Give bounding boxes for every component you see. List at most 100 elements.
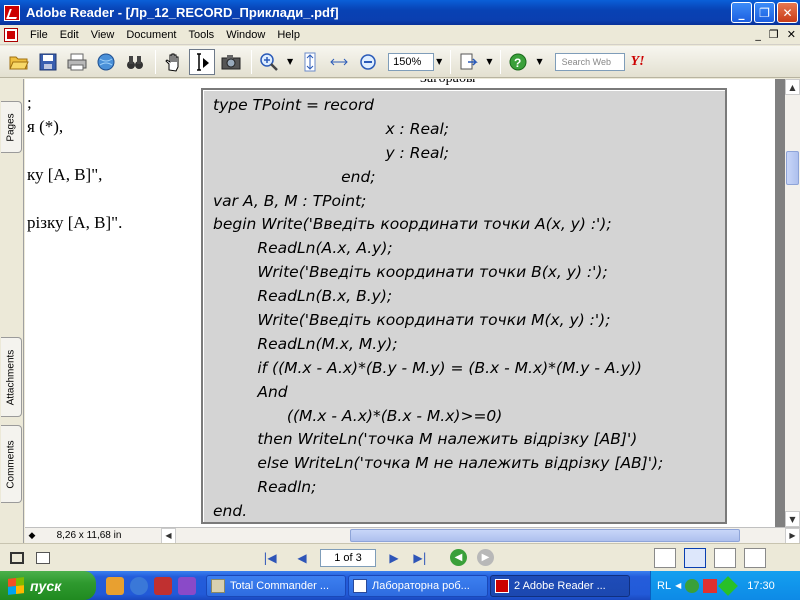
previous-page-button[interactable]: ◀ (292, 548, 312, 568)
windows-taskbar: пуск Total Commander ... Лабораторна роб… (0, 571, 800, 600)
page-layout-buttons (646, 547, 766, 568)
zoom-level-dropdown-arrow[interactable]: ▼ (436, 57, 442, 66)
continuous-layout-button[interactable] (684, 547, 706, 568)
select-text-button[interactable] (189, 48, 215, 75)
windows-logo-icon (8, 576, 24, 595)
tray-expand-icon[interactable]: ◀ (675, 581, 681, 590)
document-icon[interactable] (4, 27, 18, 42)
zoom-in-button[interactable] (256, 49, 282, 75)
language-indicator[interactable]: RL (657, 580, 671, 592)
fit-page-button[interactable] (297, 49, 323, 75)
menu-view[interactable]: View (85, 29, 121, 41)
doc-minimize-button[interactable]: _ (755, 28, 761, 41)
next-page-button[interactable]: ▶ (384, 548, 404, 568)
quick-launch-icon[interactable] (106, 576, 124, 595)
zoom-level-input[interactable]: 150% (388, 52, 435, 71)
adobe-reader-icon (495, 578, 509, 593)
email-button[interactable] (93, 49, 119, 75)
quick-launch-icon[interactable] (178, 576, 196, 595)
scroll-left-arrow[interactable]: ◀ (161, 527, 176, 544)
restore-button[interactable]: ❐ (754, 2, 775, 23)
task-total-commander[interactable]: Total Commander ... (206, 574, 346, 597)
menu-edit[interactable]: Edit (54, 29, 85, 41)
rotate-page-icon (460, 53, 479, 69)
hand-tool-button[interactable] (160, 49, 186, 75)
help-dropdown-arrow[interactable]: ▼ (536, 57, 542, 66)
fit-width-button[interactable] (326, 49, 352, 75)
window-mode-icon[interactable] (10, 551, 24, 564)
zoom-out-button[interactable] (355, 49, 381, 75)
scroll-up-arrow[interactable]: ▲ (785, 79, 800, 95)
vertical-scrollbar[interactable]: ▲ ▼ (785, 79, 800, 527)
tab-attachments-label: Attachments (5, 349, 17, 405)
menu-window[interactable]: Window (220, 29, 271, 41)
menu-document[interactable]: Document (120, 29, 182, 41)
menu-tools[interactable]: Tools (183, 29, 221, 41)
single-page-layout-button[interactable] (654, 547, 676, 568)
help-button[interactable]: ? (505, 49, 531, 75)
panel-toggle-icon[interactable]: ◆ (25, 531, 39, 541)
page-number-input[interactable]: 1 of 3 (320, 548, 376, 567)
first-page-button[interactable]: |◀ (260, 548, 280, 568)
rotate-view-button[interactable] (455, 49, 481, 75)
horizontal-scroll-thumb[interactable] (350, 529, 740, 542)
tab-attachments[interactable]: Attachments (1, 337, 22, 417)
scroll-down-arrow[interactable]: ▼ (785, 511, 800, 527)
minimize-button[interactable]: _ (731, 2, 752, 23)
doc-restore-button[interactable]: ❐ (769, 28, 779, 41)
tray-icon[interactable] (718, 575, 739, 596)
window-controls: _ ❐ ✕ (731, 2, 798, 23)
document-window-controls: _ ❐ ✕ (755, 28, 796, 41)
internet-explorer-icon[interactable] (130, 576, 148, 595)
open-button[interactable] (6, 49, 32, 75)
toolbar-separator (251, 49, 252, 74)
search-web-input[interactable]: Search Web (554, 52, 625, 71)
page-mode-icon[interactable] (36, 551, 50, 564)
help-icon: ? (509, 53, 527, 70)
task-word-document[interactable]: Лабораторна роб... (348, 574, 488, 597)
go-back-icon[interactable]: ◀ (450, 549, 467, 566)
continuous-facing-layout-button[interactable] (744, 547, 766, 568)
text-cursor-icon (197, 52, 209, 71)
tray-icon[interactable] (685, 578, 700, 593)
printer-icon (67, 53, 87, 70)
code-line: y : Real; (213, 143, 450, 162)
code-line: Write('Введіть координати точки B(x, y) … (213, 263, 608, 282)
facing-layout-button[interactable] (714, 547, 736, 568)
print-button[interactable] (64, 49, 90, 75)
toolbar-separator (155, 49, 156, 74)
code-line: else WriteLn('точка M не належить відріз… (213, 454, 664, 473)
close-button[interactable]: ✕ (777, 2, 798, 23)
quick-launch-icon[interactable] (154, 576, 172, 595)
adobe-reader-icon[interactable] (4, 4, 20, 21)
hand-icon (165, 53, 179, 72)
task-label: 2 Adobe Reader ... (514, 579, 606, 592)
snapshot-button[interactable] (218, 49, 244, 75)
search-button[interactable] (122, 49, 148, 75)
navigation-panel: Pages Attachments Comments (0, 79, 24, 543)
menu-file[interactable]: File (24, 29, 54, 41)
clock[interactable]: 17:30 (747, 580, 775, 592)
rotate-dropdown-arrow[interactable]: ▼ (486, 57, 492, 66)
document-view[interactable]: Загорабы ; я (*), ку [A, B]", різку [A, … (25, 79, 785, 527)
code-line: end; (213, 167, 376, 186)
last-page-button[interactable]: ▶| (410, 548, 430, 568)
save-icon (39, 53, 57, 70)
open-folder-icon (9, 56, 29, 69)
go-forward-icon[interactable]: ▶ (477, 549, 494, 566)
yahoo-logo-icon[interactable]: Y! (631, 54, 645, 70)
start-button[interactable]: пуск (0, 571, 96, 600)
code-line: then WriteLn('точка M належить відрізку … (213, 430, 638, 449)
task-adobe-reader[interactable]: 2 Adobe Reader ... (490, 574, 630, 597)
scroll-right-arrow[interactable]: ▶ (785, 527, 800, 544)
tab-comments[interactable]: Comments (1, 425, 22, 503)
tab-pages[interactable]: Pages (1, 101, 22, 153)
tray-icon[interactable] (703, 578, 718, 593)
save-button[interactable] (35, 49, 61, 75)
menu-help[interactable]: Help (271, 29, 306, 41)
zoom-tool-dropdown-arrow[interactable]: ▼ (287, 57, 293, 66)
vertical-scroll-thumb[interactable] (786, 151, 799, 185)
horizontal-scrollbar: ◆ 8,26 x 11,68 in ◀ ▶ (25, 527, 800, 544)
doc-close-button[interactable]: ✕ (787, 28, 796, 41)
cropped-header-text: Загорабы (420, 79, 475, 87)
